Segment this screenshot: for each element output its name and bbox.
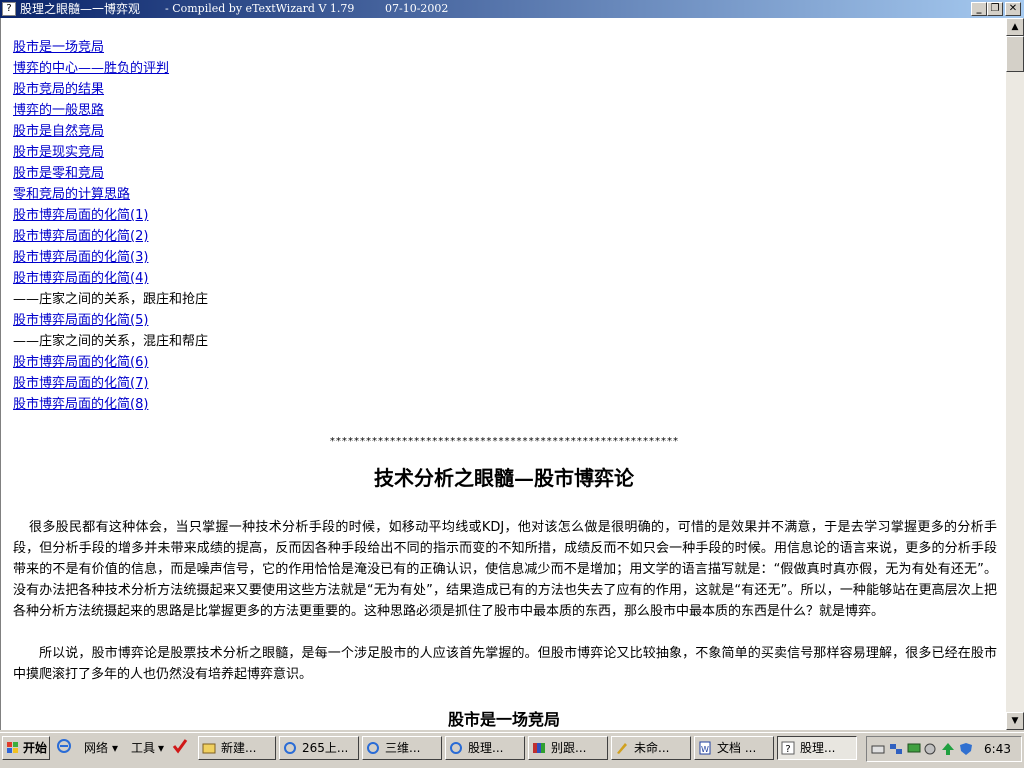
network-connection-icon[interactable]	[889, 742, 903, 756]
taskbar: 开始 网络 ▾ 工具 ▾ 新建... 265上... 三维... 股理... 别…	[0, 732, 1024, 768]
network-toolbar-label[interactable]: 网络	[84, 740, 108, 756]
start-button[interactable]: 开始	[2, 736, 50, 760]
toc-link[interactable]: 股市博弈局面的化简(5)	[13, 310, 208, 331]
tools-dropdown-icon[interactable]: ▾	[158, 740, 164, 756]
antivirus-shield-icon[interactable]	[959, 742, 973, 756]
internet-explorer-icon[interactable]	[56, 738, 72, 754]
display-settings-icon[interactable]	[907, 742, 921, 756]
toc-link[interactable]: 股市竞局的结果	[13, 79, 208, 100]
toc-link[interactable]: 股市博弈局面的化简(1)	[13, 205, 208, 226]
books-icon	[533, 743, 545, 753]
toc-link[interactable]: 股市博弈局面的化简(3)	[13, 247, 208, 268]
title-bar[interactable]: ? 股理之眼髓—一博弈观 - Compiled by eTextWizard V…	[0, 0, 1024, 18]
section-title: 股市是一场竞局	[447, 710, 560, 729]
arrow-up-icon[interactable]	[941, 742, 955, 756]
task-stock-help-active[interactable]: ? 股理...	[777, 736, 857, 760]
system-tray: 6:43	[866, 736, 1022, 762]
task-label: 三维...	[385, 741, 421, 755]
toc-link[interactable]: 博弈的中心——胜负的评判	[13, 58, 208, 79]
table-of-contents: 股市是一场竞局 博弈的中心——胜负的评判 股市竞局的结果 博弈的一般思路 股市是…	[13, 37, 208, 415]
task-document[interactable]: W 文档 ...	[694, 736, 774, 760]
task-label: 别跟...	[551, 741, 587, 755]
help-document-icon: ?	[781, 741, 795, 755]
task-label: 股理...	[800, 741, 836, 755]
scroll-up-button[interactable]: ▲	[1006, 18, 1024, 36]
minimize-button[interactable]: _	[971, 2, 987, 16]
restore-button[interactable]: ❐	[987, 2, 1003, 16]
browser-icon	[450, 742, 462, 754]
checkmark-app-icon[interactable]	[172, 738, 188, 754]
svg-text:W: W	[701, 745, 709, 754]
browser-icon	[284, 742, 296, 754]
timer-icon[interactable]	[923, 742, 937, 756]
toc-link[interactable]: 股市博弈局面的化简(4)	[13, 268, 208, 289]
article-title: 技术分析之眼髓—股市博弈论	[374, 466, 634, 490]
task-265-browser[interactable]: 265上...	[279, 736, 359, 760]
close-button[interactable]: ✕	[1005, 2, 1021, 16]
network-dropdown-icon[interactable]: ▾	[112, 740, 118, 756]
task-label: 股理...	[468, 741, 504, 755]
article-paragraph: 所以说，股市博弈论是股票技术分析之眼髓，是每一个涉足股市的人应该首先掌握的。但股…	[13, 646, 997, 682]
task-label: 未命...	[634, 741, 670, 755]
folder-icon	[202, 743, 216, 754]
toc-subtitle: ——庄家之间的关系，混庄和帮庄	[13, 334, 209, 349]
toc-link[interactable]: 股市博弈局面的化简(6)	[13, 352, 208, 373]
toc-link[interactable]: 股市是一场竞局	[13, 37, 208, 58]
task-books[interactable]: 别跟...	[528, 736, 608, 760]
window-title: 股理之眼髓—一博弈观	[20, 2, 141, 16]
task-label: 新建...	[221, 741, 257, 755]
task-untitled[interactable]: 未命...	[611, 736, 691, 760]
start-label: 开始	[23, 741, 48, 755]
clock[interactable]: 6:43	[984, 742, 1011, 756]
scroll-down-button[interactable]: ▼	[1006, 712, 1024, 730]
toc-link[interactable]: 股市博弈局面的化简(7)	[13, 373, 208, 394]
toc-link[interactable]: 股市是现实竞局	[13, 142, 208, 163]
task-label: 文档 ...	[717, 741, 757, 755]
keyboard-icon[interactable]	[871, 742, 885, 756]
tools-toolbar-label[interactable]: 工具	[131, 740, 155, 756]
toc-link[interactable]: 股市博弈局面的化简(2)	[13, 226, 208, 247]
word-document-icon: W	[699, 741, 711, 755]
toc-subtitle: ——庄家之间的关系，跟庄和抢庄	[13, 292, 209, 307]
compiled-by-text: - Compiled by eTextWizard V 1.79	[165, 2, 355, 15]
paint-icon	[617, 743, 627, 754]
vertical-scrollbar[interactable]: ▲ ▼	[1006, 18, 1024, 730]
toc-link[interactable]: 股市博弈局面的化简(8)	[13, 394, 208, 415]
svg-text:?: ?	[785, 744, 790, 755]
task-stock-browser[interactable]: 股理...	[445, 736, 525, 760]
task-label: 265上...	[302, 741, 349, 755]
compiled-date: 07-10-2002	[385, 2, 449, 15]
separator-stars: ****************************************…	[329, 436, 679, 447]
windows-flag-icon	[7, 742, 18, 753]
document-content: 股市是一场竞局 博弈的中心——胜负的评判 股市竞局的结果 博弈的一般思路 股市是…	[0, 18, 1006, 730]
task-3d-browser[interactable]: 三维...	[362, 736, 442, 760]
scroll-thumb[interactable]	[1006, 36, 1024, 72]
toc-link[interactable]: 股市是自然竞局	[13, 121, 208, 142]
help-document-icon[interactable]: ?	[2, 2, 16, 16]
browser-icon	[367, 742, 379, 754]
article-paragraph: 很多股民都有这种体会，当只掌握一种技术分析手段的时候，如移动平均线或KDJ，他对…	[13, 520, 997, 619]
toc-link[interactable]: 零和竞局的计算思路	[13, 184, 208, 205]
toc-link[interactable]: 股市是零和竞局	[13, 163, 208, 184]
task-new-folder[interactable]: 新建...	[198, 736, 276, 760]
toc-link[interactable]: 博弈的一般思路	[13, 100, 208, 121]
